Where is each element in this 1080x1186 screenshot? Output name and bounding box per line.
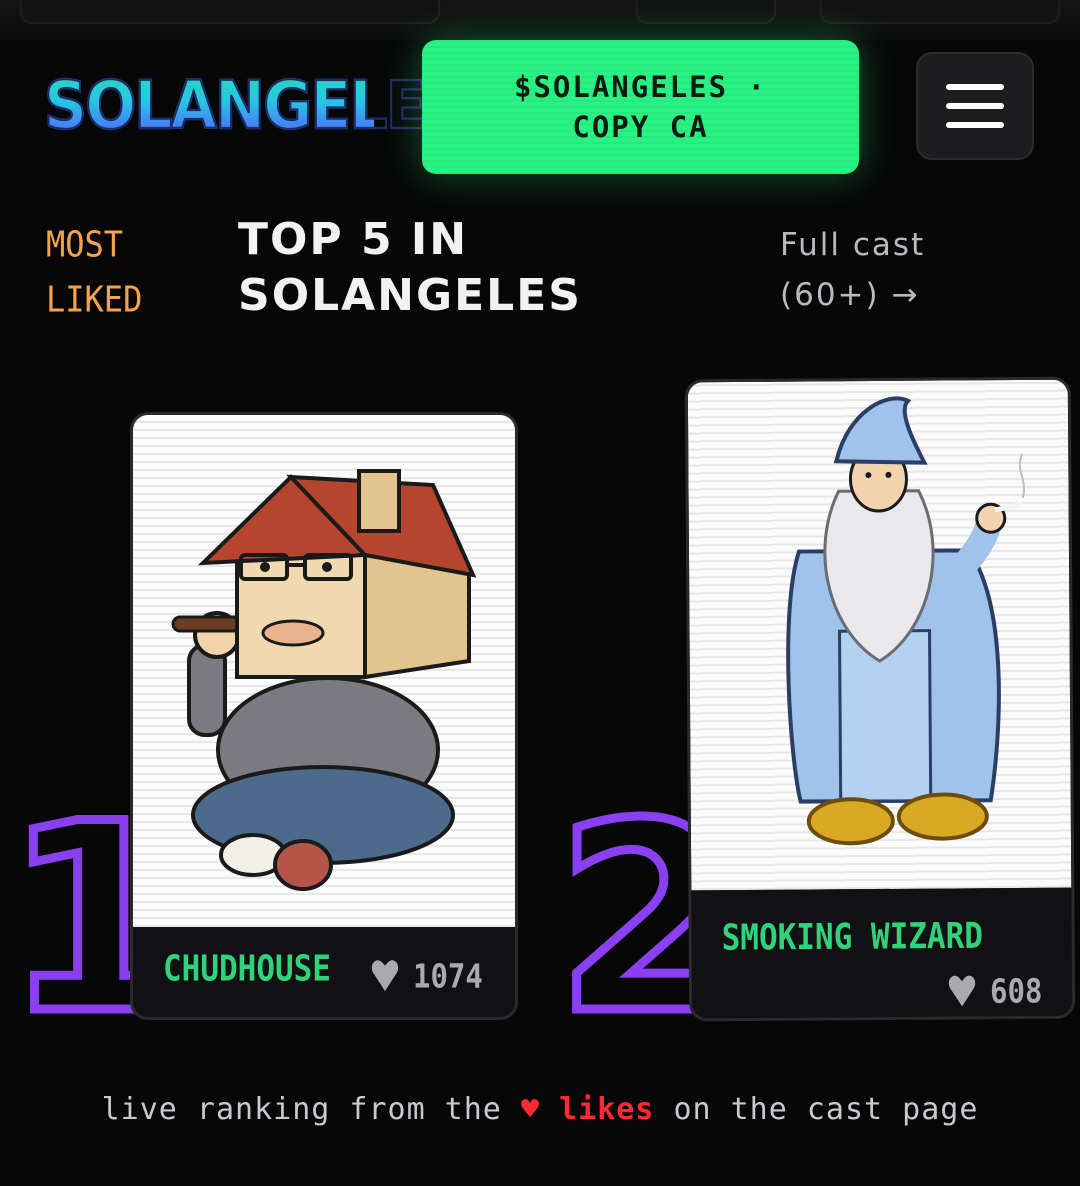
character-card[interactable]: CHUDHOUSE 1074 <box>130 412 518 1020</box>
ghost-element <box>820 0 1060 24</box>
character-name: CHUDHOUSE <box>163 948 331 990</box>
full-cast-link[interactable]: Full cast (60+) → <box>780 220 1000 320</box>
caption-text: live ranking from the <box>101 1092 502 1127</box>
heart-icon <box>371 960 399 991</box>
character-name: SMOKING WIZARD <box>721 915 984 959</box>
like-count[interactable]: 608 <box>948 971 1043 1011</box>
caption-likes-word: likes <box>559 1092 655 1127</box>
character-card[interactable]: SMOKING WIZARD 608 <box>684 376 1076 1022</box>
ranking-caption: live ranking from the ♥ likes on the cas… <box>0 1092 1080 1127</box>
wizard-character-illustration <box>786 396 1025 846</box>
ghost-element <box>20 0 440 24</box>
section-eyebrow: MOST LIKED <box>46 223 143 321</box>
status-strip <box>0 0 1080 40</box>
caption-text: on the cast page <box>673 1092 979 1127</box>
card-footer: CHUDHOUSE 1074 <box>133 927 515 1017</box>
section-title: TOP 5 IN SOLANGELES <box>238 214 582 321</box>
hamburger-menu-icon[interactable] <box>916 52 1034 160</box>
site-logo[interactable]: SOLANGELES <box>43 51 469 161</box>
copy-contract-address-button[interactable]: $SOLANGELES · COPY CA <box>422 40 859 174</box>
house-character-illustration <box>171 469 477 891</box>
ghost-element <box>636 0 776 24</box>
card-footer: SMOKING WIZARD 608 <box>691 887 1073 1022</box>
like-count-value: 1074 <box>413 956 483 996</box>
like-count-value: 608 <box>989 971 1043 1011</box>
character-image <box>687 379 1072 891</box>
heart-icon <box>948 975 976 1007</box>
character-image <box>133 415 515 927</box>
red-heart-icon: ♥ <box>520 1092 540 1127</box>
like-count[interactable]: 1074 <box>371 956 483 996</box>
